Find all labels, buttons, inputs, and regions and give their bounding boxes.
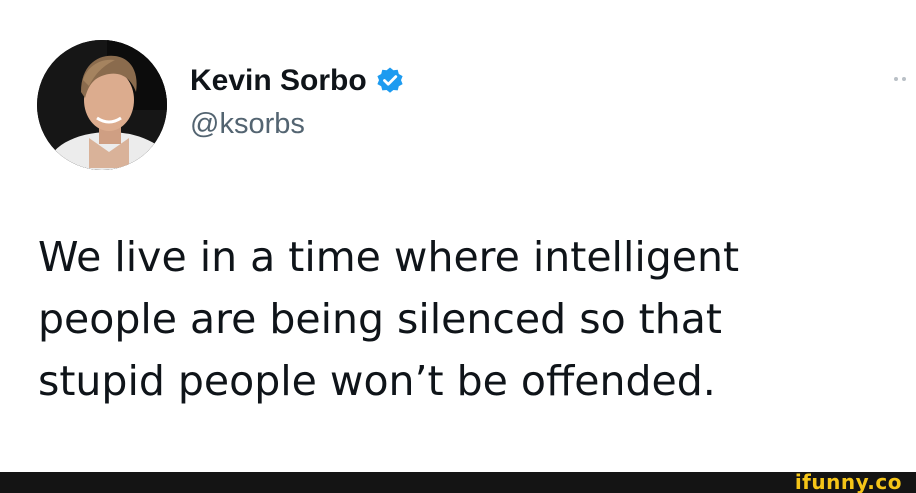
screenshot-page: Kevin Sorbo @ksorbs We live in a time wh… [0, 0, 916, 493]
tweet-text-line: people are being silenced so that [38, 295, 722, 343]
tweet-author: Kevin Sorbo @ksorbs [190, 62, 405, 141]
tweet-text-line: We live in a time where intelligent [38, 233, 740, 281]
watermark-bar: ifunny.co [0, 470, 916, 493]
tweet-text-line: stupid people won’t be offended. [38, 357, 716, 405]
more-options-icon[interactable] [894, 70, 912, 88]
more-dot [902, 77, 906, 81]
more-dot [894, 77, 898, 81]
ifunny-watermark: ifunny.co [794, 470, 902, 493]
tweet-card: Kevin Sorbo @ksorbs We live in a time wh… [0, 0, 916, 472]
avatar-image [37, 40, 167, 170]
avatar[interactable] [37, 40, 167, 170]
verified-badge-icon [375, 66, 405, 96]
tweet-text: We live in a time where intelligent peop… [38, 226, 898, 412]
display-name[interactable]: Kevin Sorbo [190, 64, 367, 98]
user-handle[interactable]: @ksorbs [190, 108, 405, 141]
name-row: Kevin Sorbo [190, 62, 405, 100]
